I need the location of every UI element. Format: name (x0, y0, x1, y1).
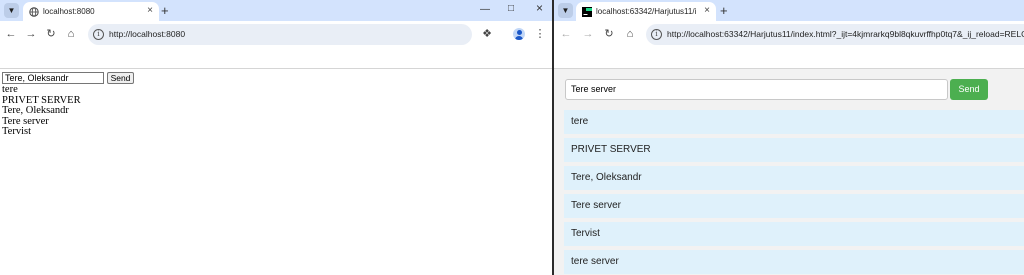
reload-icon[interactable]: ↻ (602, 27, 616, 41)
list-item: Tervist (2, 126, 32, 137)
reload-icon[interactable]: ↻ (44, 27, 58, 41)
info-icon[interactable]: i (93, 29, 104, 40)
url-text: http://localhost:8080 (109, 29, 186, 39)
list-item: Tervist (564, 222, 1024, 246)
chevron-down-icon: ▼ (7, 6, 16, 15)
browser-window-left: ▼ localhost:8080 × + — □ × ← → ↻ ⌂ i htt… (0, 0, 552, 275)
arrow-right-icon[interactable]: → (581, 27, 595, 41)
window-close-icon[interactable]: × (536, 2, 543, 14)
tab-strip: ▼ localhost:8080 × + — □ × (0, 0, 552, 21)
chevron-down-icon: ▼ (561, 6, 570, 15)
list-item: tere (2, 84, 18, 95)
plus-icon[interactable]: + (720, 4, 728, 17)
message-list: tere PRIVET SERVER Tere, Oleksandr Tere … (2, 84, 81, 138)
browser-toolbar: ← → ↻ ⌂ i http://localhost:63342/Harjutu… (554, 21, 1024, 69)
message-input[interactable]: Tere, Oleksandr (2, 72, 104, 84)
message-input[interactable]: Tere server (565, 79, 948, 100)
tab-title: localhost:8080 (43, 7, 95, 16)
info-icon[interactable]: i (651, 29, 662, 40)
browser-window-right: ▼ localhost:63342/Harjutus11/index.html … (554, 0, 1024, 275)
minimize-icon[interactable]: — (480, 4, 490, 16)
list-item: tere server (564, 250, 1024, 274)
message-list: tere PRIVET SERVER Tere, Oleksandr Tere … (564, 110, 1024, 275)
tab-strip: ▼ localhost:63342/Harjutus11/index.html … (554, 0, 1024, 21)
more-vertical-icon[interactable]: ⋮ (533, 27, 547, 41)
home-icon[interactable]: ⌂ (623, 27, 637, 41)
address-bar[interactable]: i http://localhost:8080 (88, 24, 472, 45)
tab-search-button[interactable]: ▼ (558, 3, 573, 18)
list-item: Tere server (564, 194, 1024, 218)
maximize-icon[interactable]: □ (508, 3, 514, 15)
address-bar[interactable]: i http://localhost:63342/Harjutus11/inde… (646, 24, 1024, 45)
page-content-styled: Tere server Send tere PRIVET SERVER Tere… (554, 69, 1024, 275)
browser-toolbar: ← → ↻ ⌂ i http://localhost:8080 ❖ ⋮ (0, 21, 552, 69)
home-icon[interactable]: ⌂ (64, 27, 78, 41)
close-icon[interactable]: × (147, 6, 153, 16)
arrow-right-icon[interactable]: → (24, 27, 38, 41)
list-item: Tere, Oleksandr (2, 105, 69, 116)
profile-icon[interactable] (513, 28, 525, 40)
globe-icon (29, 7, 39, 17)
webstorm-icon (582, 7, 592, 17)
send-button[interactable]: Send (107, 72, 134, 84)
plus-icon[interactable]: + (161, 4, 169, 17)
list-item: PRIVET SERVER (564, 138, 1024, 162)
send-button[interactable]: Send (950, 79, 988, 100)
tab-title: localhost:63342/Harjutus11/index.html (596, 7, 696, 16)
tab-harjutus11[interactable]: localhost:63342/Harjutus11/index.html × (576, 2, 716, 21)
url-text: http://localhost:63342/Harjutus11/index.… (667, 29, 1024, 39)
tab-localhost-8080[interactable]: localhost:8080 × (23, 2, 159, 21)
close-icon[interactable]: × (704, 6, 710, 16)
arrow-left-icon[interactable]: ← (559, 27, 573, 41)
puzzle-icon[interactable]: ❖ (480, 27, 494, 41)
arrow-left-icon[interactable]: ← (4, 27, 18, 41)
tab-search-button[interactable]: ▼ (4, 3, 19, 18)
list-item: Tere, Oleksandr (564, 166, 1024, 190)
list-item: tere (564, 110, 1024, 134)
